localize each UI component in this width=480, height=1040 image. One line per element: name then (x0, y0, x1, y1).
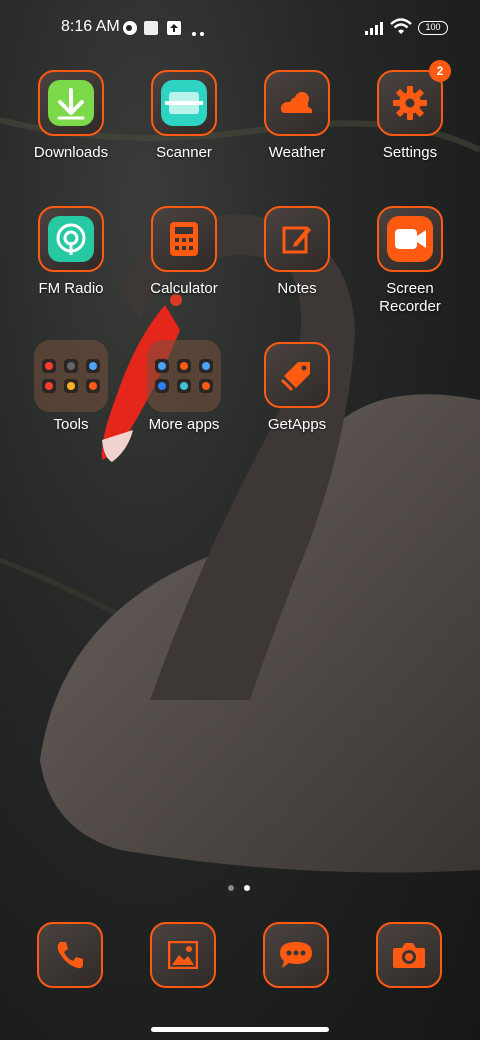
app-label: Screen Recorder (379, 280, 441, 315)
folder-tools[interactable]: Tools (21, 340, 121, 434)
app-label: Settings (382, 144, 438, 161)
camera-icon (376, 922, 442, 988)
cloud-sun-icon (264, 70, 330, 136)
mini-app-icon (86, 379, 100, 393)
app-label: Weather (268, 144, 326, 161)
dock-camera[interactable] (359, 922, 459, 988)
mini-app-icon (199, 359, 213, 373)
dock-gallery[interactable] (133, 922, 233, 988)
upload-box-icon (166, 20, 182, 41)
app-fm-radio[interactable]: FM Radio (21, 206, 121, 298)
mini-app-icon (86, 359, 100, 373)
status-bar: 8:16 AM 100 (0, 0, 480, 56)
app-label: GetApps (267, 416, 327, 433)
folder-more-apps[interactable]: More apps (134, 340, 234, 434)
mini-app-icon (177, 359, 191, 373)
price-tag-icon (264, 342, 330, 408)
app-label: Notes (277, 280, 317, 297)
status-time: 8:16 AM (61, 18, 120, 35)
app-screen-recorder[interactable]: Screen Recorder (360, 206, 460, 316)
app-label: More apps (148, 416, 220, 433)
video-record-icon (377, 206, 443, 272)
mini-app-icon (155, 359, 169, 373)
page-dot[interactable] (228, 885, 234, 891)
app-label: Downloads (33, 144, 109, 161)
app-label: FM Radio (38, 280, 104, 297)
folder-icon (34, 340, 108, 412)
edit-note-icon (264, 206, 330, 272)
folder-icon (147, 340, 221, 412)
mini-app-icon (177, 379, 191, 393)
app-settings[interactable]: 2 Settings (360, 60, 460, 162)
app-weather[interactable]: Weather (247, 70, 347, 162)
mini-app-icon (155, 379, 169, 393)
dock-phone[interactable] (20, 922, 120, 988)
app-scanner[interactable]: Scanner (134, 70, 234, 162)
download-arrow-icon (38, 70, 104, 136)
more-dots-icon (191, 24, 205, 42)
square-notification-icon (143, 20, 159, 41)
app-label: Calculator (150, 280, 218, 297)
mini-app-icon (199, 379, 213, 393)
calculator-icon (151, 206, 217, 272)
chat-bubble-icon (263, 922, 329, 988)
signal-icon (364, 20, 386, 41)
phone-icon (37, 922, 103, 988)
mini-app-icon (64, 379, 78, 393)
app-getapps[interactable]: GetApps (247, 342, 347, 434)
gear-icon: 2 (377, 60, 451, 136)
app-notes[interactable]: Notes (247, 206, 347, 298)
home-gesture-bar[interactable] (151, 1027, 329, 1032)
mini-app-icon (42, 359, 56, 373)
app-label: Scanner (156, 144, 212, 161)
app-downloads[interactable]: Downloads (21, 70, 121, 162)
page-indicator[interactable] (228, 878, 260, 896)
notification-badge: 2 (429, 60, 451, 82)
app-label: Tools (53, 416, 89, 433)
gallery-icon (150, 922, 216, 988)
mini-app-icon (42, 379, 56, 393)
radio-icon (38, 206, 104, 272)
page-dot-active[interactable] (244, 885, 250, 891)
dock-messaging[interactable] (246, 922, 346, 988)
app-calculator[interactable]: Calculator (134, 206, 234, 298)
wifi-icon (390, 18, 412, 41)
account-circle-icon (122, 20, 138, 41)
battery-icon: 100 (418, 21, 448, 35)
scanner-icon (151, 70, 217, 136)
mini-app-icon (64, 359, 78, 373)
